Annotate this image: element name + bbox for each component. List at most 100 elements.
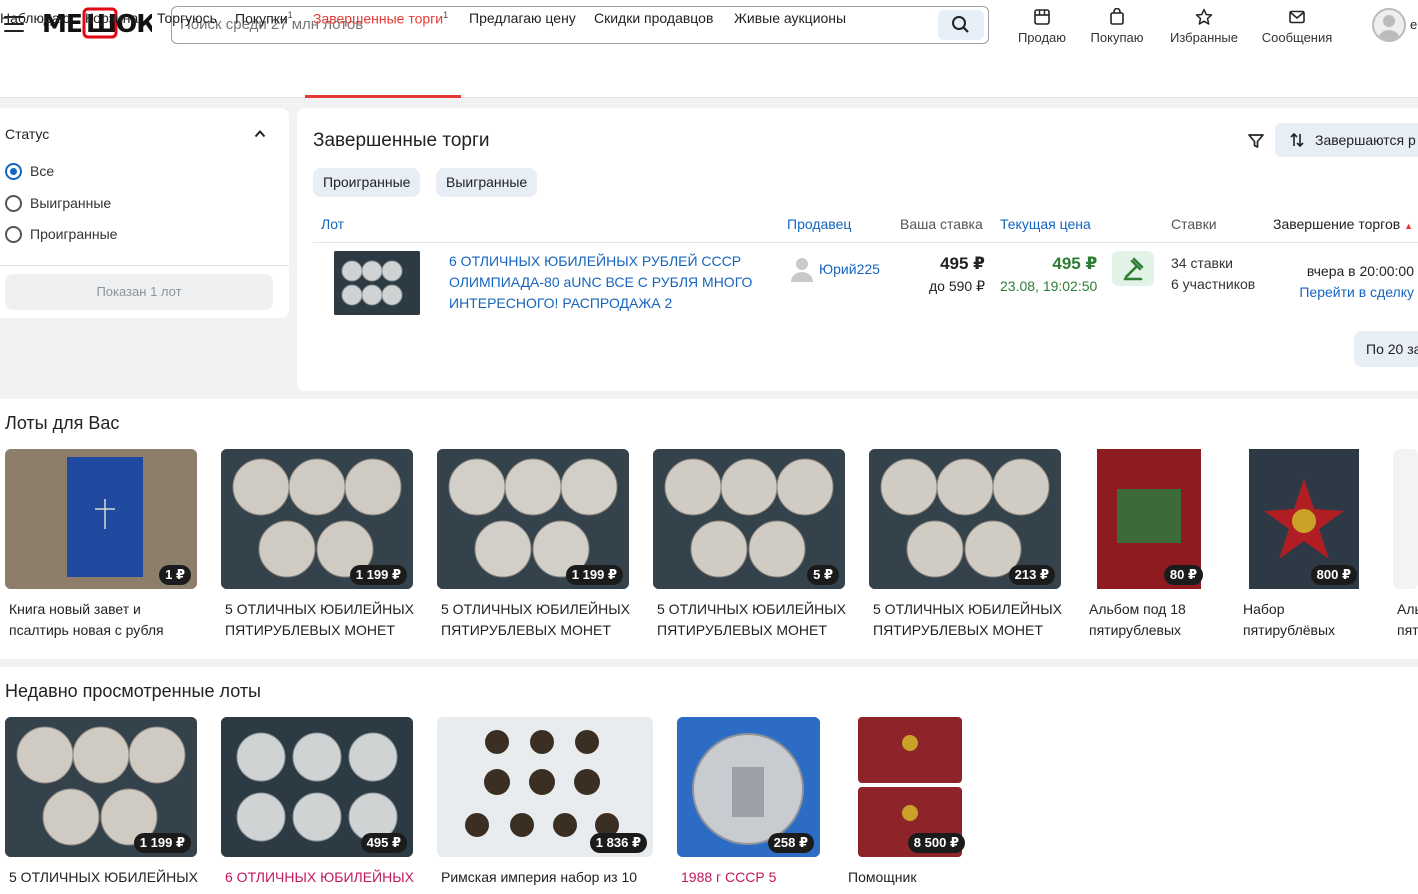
card-price: 1 836 ₽ (589, 833, 647, 853)
mail-icon (1289, 10, 1305, 24)
card-price: 1 199 ₽ (133, 833, 191, 853)
card-price: 80 ₽ (1163, 565, 1203, 585)
tab-bidding[interactable]: Торгуюсь (157, 10, 217, 26)
column-end-time[interactable]: Завершение торгов ▲ (1273, 216, 1413, 232)
status-option-won[interactable]: Выигранные (5, 195, 111, 212)
status-filter-title: Статус (5, 126, 50, 142)
card-title: Набор пятирублёвых (1243, 601, 1336, 638)
card-price: 1 ₽ (159, 565, 191, 585)
card-image: 1 836 ₽ (437, 717, 653, 857)
card-image (1393, 449, 1418, 589)
card-image: 5 ₽ (653, 449, 845, 589)
card-price: 5 ₽ (807, 565, 839, 585)
tab-purchases[interactable]: Покупки1 (235, 10, 293, 27)
table-header-divider (313, 242, 1418, 243)
card-title: 1988 г СССР 5 (681, 869, 777, 885)
recommended-section: Лоты для Вас 1 ₽ Книга новый завет и пса… (0, 399, 1418, 659)
lot-thumbnail[interactable] (334, 251, 420, 315)
finished-auctions-panel: Завершенные торги Завершаются р Проигран… (297, 108, 1418, 391)
recent-title: Недавно просмотренные лоты (5, 681, 261, 701)
per-page-select[interactable]: По 20 за (1354, 331, 1418, 367)
tab-offers[interactable]: Предлагаю цену (469, 10, 576, 26)
card-image: 1 ₽ (5, 449, 197, 589)
recommended-card[interactable]: Аль пят (1393, 449, 1418, 649)
chevron-up-icon[interactable] (254, 128, 266, 140)
sort-icon (1290, 132, 1304, 148)
current-price: 495 ₽ 23.08, 19:02:50 (1000, 254, 1098, 294)
nav-buying[interactable]: Покупаю (1089, 8, 1145, 45)
card-image: 8 500 ₽ (844, 717, 969, 857)
auction-hammer-button[interactable] (1112, 251, 1154, 286)
filter-icon[interactable] (1247, 132, 1265, 150)
user-icon (1378, 15, 1400, 40)
card-price: 258 ₽ (767, 833, 814, 853)
card-title: Помощник (848, 869, 917, 885)
card-image: 258 ₽ (677, 717, 820, 857)
column-seller[interactable]: Продавец (787, 216, 851, 232)
shown-count-button: Показан 1 лот (5, 274, 273, 310)
sort-button[interactable]: Завершаются р (1275, 123, 1418, 157)
recent-section: Недавно просмотренные лоты 1 199 ₽ 5 ОТЛ… (0, 667, 1418, 894)
card-title: Аль пят (1397, 601, 1418, 638)
card-price: 213 ₽ (1008, 565, 1055, 585)
avatar[interactable] (1372, 8, 1406, 42)
tab-finished-auctions[interactable]: Завершенные торги1 (313, 10, 448, 27)
card-price: 8 500 ₽ (907, 833, 965, 853)
end-time-info: вчера в 20:00:00 Перейти в сделку (1299, 263, 1414, 300)
card-price: 800 ₽ (1310, 565, 1357, 585)
tab-watching[interactable]: Наблюдаю (0, 10, 70, 26)
card-title: 5 ОТЛИЧНЫХ ЮБИЛЕЙНЫХ ПЯТИРУБЛЕВЫХ МОНЕТ (873, 601, 1062, 638)
status-option-all[interactable]: Все (5, 163, 54, 180)
chip-won[interactable]: Выигранные (436, 168, 538, 197)
status-option-lost[interactable]: Проигранные (5, 226, 117, 243)
nav-favorites[interactable]: Избранные (1168, 8, 1240, 45)
status-filter-panel: Статус Все Выигранные Проигранные Показа… (0, 108, 289, 318)
shopping-bag-icon (1110, 8, 1124, 25)
card-title: 5 ОТЛИЧНЫХ ЮБИЛЕЙНЫХ (9, 869, 198, 885)
storefront-icon (1034, 9, 1050, 25)
card-image: 800 ₽ (1239, 449, 1379, 589)
column-bids: Ставки (1171, 216, 1217, 232)
tab-cart[interactable]: Корзина (85, 10, 138, 26)
card-image: 1 199 ₽ (221, 449, 413, 589)
top-bar: МЕ Ш ОК Продаю Покупаю Избранные Сообщен… (0, 0, 1418, 98)
seller-link[interactable]: Юрий225 (791, 256, 880, 282)
hammer-icon (1123, 257, 1144, 281)
card-price: 1 199 ₽ (349, 565, 407, 585)
card-image: 1 199 ₽ (5, 717, 197, 857)
page-title: Завершенные торги (313, 130, 490, 151)
nav-messages[interactable]: Сообщения (1261, 8, 1333, 45)
card-price: 495 ₽ (360, 833, 407, 853)
card-title: 5 ОТЛИЧНЫХ ЮБИЛЕЙНЫХ ПЯТИРУБЛЕВЫХ МОНЕТ (657, 601, 846, 638)
bids-info: 34 ставки 6 участников (1171, 255, 1256, 292)
tab-seller-discounts[interactable]: Скидки продавцов (594, 10, 713, 26)
nav-selling[interactable]: Продаю (1016, 8, 1068, 45)
column-current-price[interactable]: Текущая цена (1000, 216, 1091, 232)
chip-lost[interactable]: Проигранные (313, 168, 421, 197)
search-button[interactable] (938, 10, 984, 40)
card-title: 6 ОТЛИЧНЫХ ЮБИЛЕЙНЫХ (225, 869, 414, 885)
user-name[interactable]: е (1410, 17, 1417, 32)
card-title: Альбом под 18 пятирублевых (1089, 601, 1186, 638)
recommended-title: Лоты для Вас (5, 413, 120, 433)
tab-live-auctions[interactable]: Живые аукционы (734, 10, 846, 26)
card-title: Римская империя набор из 10 (441, 869, 638, 885)
card-image: 1 199 ₽ (437, 449, 629, 589)
card-title: Книга новый завет и псалтирь новая с руб… (9, 601, 164, 638)
search-box (171, 6, 989, 44)
lot-title-link[interactable]: 6 ОТЛИЧНЫХ ЮБИЛЕЙНЫХ РУБЛЕЙ СССР ОЛИМПИА… (449, 251, 759, 314)
deal-link[interactable]: Перейти в сделку (1299, 284, 1414, 300)
card-image: 495 ₽ (221, 717, 413, 857)
divider (0, 265, 289, 266)
search-icon (952, 16, 969, 33)
active-tab-indicator (305, 95, 461, 98)
seller-avatar-icon (791, 258, 813, 282)
sort-asc-icon: ▲ (1404, 221, 1414, 231)
star-icon (1195, 8, 1213, 25)
card-title: 5 ОТЛИЧНЫХ ЮБИЛЕЙНЫХ ПЯТИРУБЛЕВЫХ МОНЕТ (225, 601, 414, 638)
column-lot[interactable]: Лот (321, 216, 344, 232)
card-price: 1 199 ₽ (565, 565, 623, 585)
card-image: 213 ₽ (869, 449, 1061, 589)
column-your-bid: Ваша ставка (900, 216, 983, 232)
card-image: 80 ₽ (1085, 449, 1225, 589)
